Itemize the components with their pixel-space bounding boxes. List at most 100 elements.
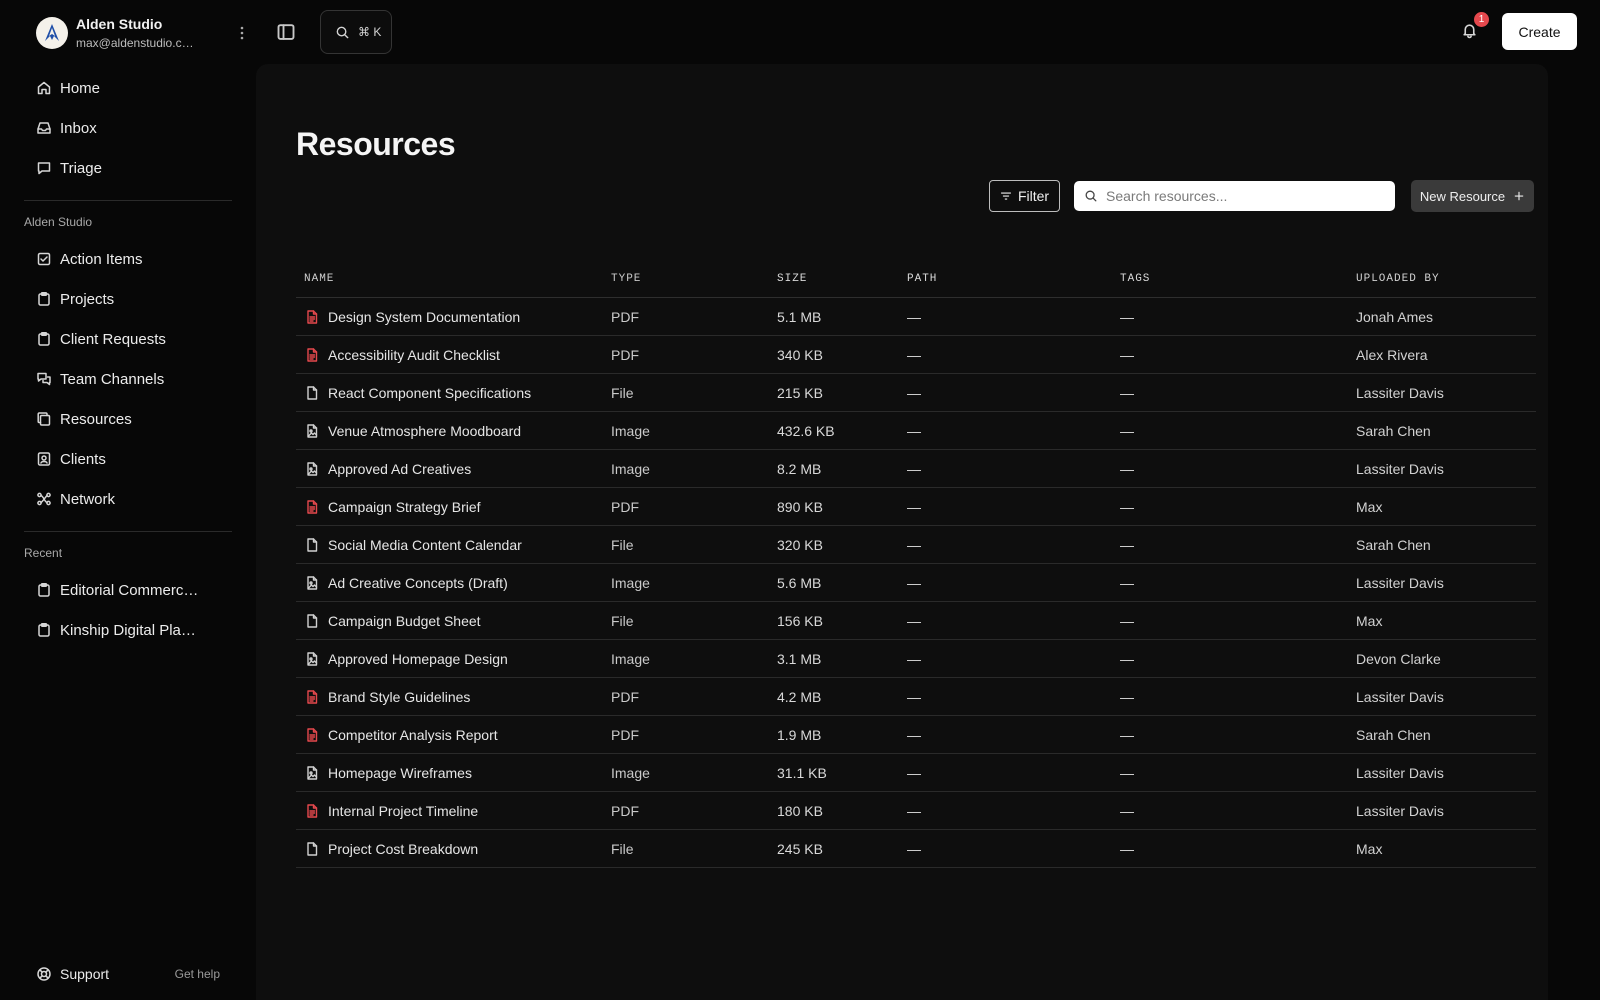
column-header-size[interactable]: SIZE	[769, 273, 899, 285]
path-cell: —	[907, 384, 921, 401]
account-email: max@aldenstudio.com	[76, 35, 198, 50]
resource-name[interactable]: Brand Style Guidelines	[328, 689, 470, 705]
name-cell: Approved Homepage Design	[296, 651, 603, 667]
resource-name[interactable]: Competitor Analysis Report	[328, 727, 498, 743]
resource-name[interactable]: Design System Documentation	[328, 309, 520, 325]
sidebar-item-triage[interactable]: Triage	[24, 148, 232, 188]
resource-name[interactable]: Approved Ad Creatives	[328, 461, 471, 477]
resource-name[interactable]: Project Cost Breakdown	[328, 841, 478, 857]
sidebar-item-client-requests[interactable]: Client Requests	[24, 319, 232, 359]
type-cell: PDF	[611, 802, 639, 819]
table-row[interactable]: Campaign Budget Sheet File 156 KB — — Max	[296, 602, 1536, 640]
type-cell: File	[611, 840, 634, 857]
resource-name[interactable]: Campaign Strategy Brief	[328, 499, 481, 515]
create-button[interactable]: Create	[1502, 13, 1577, 50]
type-cell: Image	[611, 650, 650, 667]
account-switcher[interactable]: Alden Studio max@aldenstudio.com	[36, 15, 244, 51]
sidebar-item-network[interactable]: Network	[24, 479, 232, 519]
support-link[interactable]: Support Get help	[36, 966, 220, 982]
table-row[interactable]: Accessibility Audit Checklist PDF 340 KB — —…	[296, 336, 1536, 374]
filter-button[interactable]: Filter	[989, 180, 1060, 212]
new-resource-button[interactable]: New Resource	[1411, 180, 1534, 212]
path-cell: —	[907, 536, 921, 553]
uploaded-by-cell: Lassiter Davis	[1356, 460, 1444, 477]
get-help-link[interactable]: Get help	[175, 967, 220, 981]
table-row[interactable]: Brand Style Guidelines PDF 4.2 MB — — Lassite…	[296, 678, 1536, 716]
sidebar-item-label: Triage	[60, 159, 102, 177]
sidebar-item-label: Home	[60, 79, 101, 97]
name-cell: Design System Documentation	[296, 309, 603, 325]
table-row[interactable]: Competitor Analysis Report PDF 1.9 MB — — Sar…	[296, 716, 1536, 754]
sidebar-item-projects[interactable]: Projects	[24, 279, 232, 319]
path-cell: —	[907, 840, 921, 857]
sidebar-item-team-channels[interactable]: Team Channels	[24, 359, 232, 399]
column-header-uploaded-by[interactable]: UPLOADED BY	[1348, 273, 1536, 285]
column-header-type[interactable]: TYPE	[603, 273, 769, 285]
search-input[interactable]	[1106, 188, 1386, 204]
resource-name[interactable]: Internal Project Timeline	[328, 803, 478, 819]
sidebar-item-clients[interactable]: Clients	[24, 439, 232, 479]
type-cell: PDF	[611, 498, 639, 515]
recent-section-label: Recent	[24, 546, 63, 560]
path-cell: —	[907, 764, 921, 781]
sidebar-item-home[interactable]: Home	[24, 68, 232, 108]
table-row[interactable]: Venue Atmosphere Moodboard Image 432.6 KB —…	[296, 412, 1536, 450]
pdf-file-icon	[307, 499, 318, 514]
tags-cell: —	[1120, 612, 1134, 629]
sidebar-item-recent-project[interactable]: Editorial Commerce Redesign	[24, 570, 232, 610]
resources-table: NAME TYPE SIZE PATH TAGS UPLOADED BY Des…	[296, 260, 1536, 868]
tags-cell: —	[1120, 384, 1134, 401]
resource-name[interactable]: React Component Specifications	[328, 385, 531, 401]
column-header-name[interactable]: NAME	[296, 273, 603, 285]
sidebar-item-label: Action Items	[60, 250, 143, 268]
uploaded-by-cell: Lassiter Davis	[1356, 764, 1444, 781]
table-row[interactable]: Design System Documentation PDF 5.1 MB — — Jo…	[296, 298, 1536, 336]
search-field[interactable]	[1074, 181, 1395, 211]
filter-icon	[1000, 192, 1011, 200]
command-palette-button[interactable]: ⌘ K	[320, 10, 392, 54]
name-cell: Project Cost Breakdown	[296, 841, 603, 857]
resource-name[interactable]: Accessibility Audit Checklist	[328, 347, 500, 363]
logo-icon	[45, 24, 59, 41]
name-cell: React Component Specifications	[296, 385, 603, 401]
column-header-path[interactable]: PATH	[899, 273, 1112, 285]
uploaded-by-cell: Lassiter Davis	[1356, 802, 1444, 819]
table-row[interactable]: Approved Homepage Design Image 3.1 MB — — Dev…	[296, 640, 1536, 678]
resource-name[interactable]: Approved Homepage Design	[328, 651, 508, 667]
table-header: NAME TYPE SIZE PATH TAGS UPLOADED BY	[296, 260, 1536, 298]
sidebar-toggle-icon[interactable]	[276, 22, 296, 42]
name-cell: Internal Project Timeline	[296, 803, 603, 819]
sidebar-item-action-items[interactable]: Action Items	[24, 239, 232, 279]
path-cell: —	[907, 308, 921, 325]
resource-name[interactable]: Venue Atmosphere Moodboard	[328, 423, 521, 439]
sidebar-item-recent-project[interactable]: Kinship Digital Platform	[24, 610, 232, 650]
size-cell: 4.2 MB	[777, 688, 822, 705]
table-row[interactable]: React Component Specifications File 215 KB…	[296, 374, 1536, 412]
size-cell: 320 KB	[777, 536, 823, 553]
resource-name[interactable]: Campaign Budget Sheet	[328, 613, 481, 629]
file-icon	[307, 385, 318, 400]
table-row[interactable]: Project Cost Breakdown File 245 KB — — Max	[296, 830, 1536, 868]
size-cell: 3.1 MB	[777, 650, 822, 667]
table-row[interactable]: Ad Creative Concepts (Draft) Image 5.6 MB —…	[296, 564, 1536, 602]
resource-name[interactable]: Ad Creative Concepts (Draft)	[328, 575, 508, 591]
table-row[interactable]: Internal Project Timeline PDF 180 KB — — Lass…	[296, 792, 1536, 830]
path-cell: —	[907, 802, 921, 819]
tags-cell: —	[1120, 460, 1134, 477]
table-row[interactable]: Campaign Strategy Brief PDF 890 KB — — Max	[296, 488, 1536, 526]
recent-nav: Editorial Commerce Redesign Kinship Digi…	[24, 570, 232, 650]
checklist-icon	[37, 252, 51, 266]
sidebar-item-resources[interactable]: Resources	[24, 399, 232, 439]
resource-name[interactable]: Homepage Wireframes	[328, 765, 472, 781]
size-cell: 1.9 MB	[777, 726, 822, 743]
image-file-icon	[307, 651, 318, 666]
table-row[interactable]: Social Media Content Calendar File 320 KB —…	[296, 526, 1536, 564]
table-row[interactable]: Approved Ad Creatives Image 8.2 MB — — Lassit…	[296, 450, 1536, 488]
sidebar-item-inbox[interactable]: Inbox	[24, 108, 232, 148]
resource-name[interactable]: Social Media Content Calendar	[328, 537, 522, 553]
more-options-icon[interactable]	[236, 25, 248, 41]
column-header-tags[interactable]: TAGS	[1112, 273, 1348, 285]
table-body: Design System Documentation PDF 5.1 MB — — Jo…	[296, 298, 1536, 868]
table-row[interactable]: Homepage Wireframes Image 31.1 KB — — Lassite…	[296, 754, 1536, 792]
clipboard-icon	[38, 583, 50, 597]
